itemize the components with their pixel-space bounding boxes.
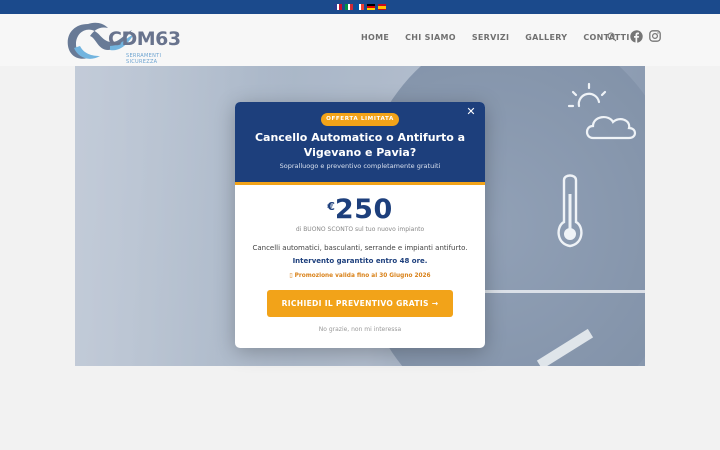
offer-guarantee: Intervento garantito entro 48 ore. [292, 257, 428, 265]
price-currency: € [327, 200, 335, 213]
flag-english[interactable] [334, 4, 343, 10]
request-quote-button[interactable]: RICHIEDI IL PREVENTIVO GRATIS → [267, 290, 453, 317]
promo-deadline: ▯ Promozione valida fino al 30 Giugno 20… [289, 273, 431, 279]
flag-spanish[interactable] [378, 4, 386, 10]
price-block: €250 [235, 194, 485, 225]
offer-popup: ✕ OFFERTA LIMITATA Cancello Automatico o… [235, 102, 485, 348]
flag-italian[interactable] [345, 4, 354, 10]
language-bar [0, 0, 720, 14]
price-note: di BUONO SCONTO sul tuo nuovo impianto [295, 226, 425, 233]
offer-description: Cancelli automatici, basculanti, serrand… [252, 244, 468, 252]
flag-french[interactable] [356, 4, 365, 10]
popup-title-line2: Vigevano e Pavia? [303, 145, 417, 159]
decline-link[interactable]: No grazie, non mi interessa [235, 326, 485, 333]
popup-header: ✕ OFFERTA LIMITATA Cancello Automatico o… [235, 102, 485, 182]
offer-badge: OFFERTA LIMITATA [321, 113, 399, 126]
popup-title: Cancello Automatico o Antifurto a Vigeva… [245, 131, 475, 160]
popup-divider [235, 182, 485, 185]
popup-subtitle: Sopralluogo e preventivo completamente g… [279, 162, 441, 170]
language-flags [334, 4, 386, 10]
close-icon[interactable]: ✕ [465, 106, 477, 118]
price-value: 250 [334, 194, 393, 225]
flag-german[interactable] [367, 4, 375, 10]
popup-title-line1: Cancello Automatico o Antifurto a [254, 131, 466, 144]
